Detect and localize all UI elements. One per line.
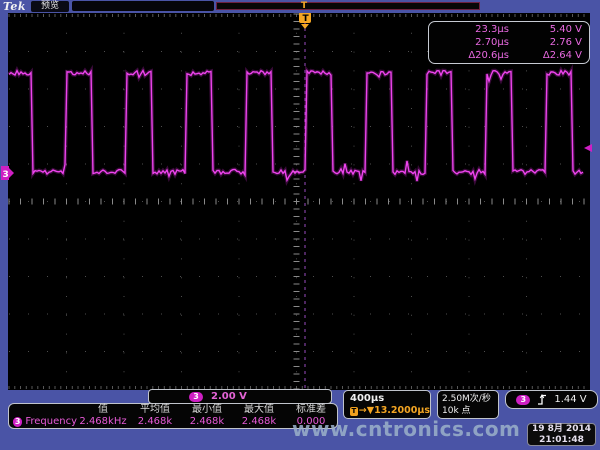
trigger-delay-readout: T →▼ 13.2000µs [350, 405, 430, 417]
channel3-scale-box[interactable]: 3 2.00 V [148, 389, 332, 404]
cursor-row-a: 23.3µs 5.40 V [429, 23, 589, 36]
time-per-div: 400µs [350, 393, 430, 405]
measurement-row-frequency[interactable]: 3 Frequency 2.468kHz 2.468k 2.468k 2.468… [9, 416, 337, 428]
cursor-a-volt: 5.40 V [509, 23, 589, 36]
measurement-table[interactable]: 值 平均值 最小值 最大值 标准差 3 Frequency 2.468kHz 2… [8, 403, 338, 429]
cursor-b-volt: 2.76 V [509, 36, 589, 49]
watermark-text: www.cntronics.com [292, 417, 520, 441]
menu-strip[interactable] [72, 1, 214, 11]
cursor-delta-row: Δ20.6µs Δ2.64 V [429, 49, 589, 62]
measurement-max: 2.468k [233, 416, 285, 428]
measurement-value: 2.468kHz [77, 416, 129, 428]
col-header-value: 值 [77, 404, 129, 416]
channel3-volts-per-div: 2.00 V [211, 391, 247, 402]
acquisition-box[interactable]: 2.50M次/秒 10k 点 [437, 390, 499, 419]
measurement-mean: 2.468k [129, 416, 181, 428]
trigger-readout-box[interactable]: 3 1.44 V [505, 390, 598, 409]
cursor-row-b: 2.70µs 2.76 V [429, 36, 589, 49]
acquisition-mode-label: 预览 [31, 1, 69, 12]
record-trigger-marker-icon: T [301, 0, 307, 12]
measurement-header-row: 值 平均值 最小值 最大值 标准差 [9, 404, 337, 416]
measurement-name: Frequency [25, 416, 77, 428]
rising-edge-icon [536, 393, 548, 406]
record-view-bar[interactable] [216, 2, 480, 10]
delay-arrows-icon: →▼ [359, 405, 374, 417]
waveform-display: 3T [0, 0, 600, 450]
oscilloscope-screen: Tek 预览 T 3T 23.3µs 5.40 V 2.70µs 2.76 V … [0, 0, 600, 450]
trigger-source-badge: 3 [516, 395, 530, 405]
record-length: 10k 点 [442, 405, 498, 417]
date-label: 19 8月 2014 [528, 424, 595, 435]
cursor-readout-box[interactable]: 23.3µs 5.40 V 2.70µs 2.76 V Δ20.6µs Δ2.6… [428, 21, 590, 64]
col-header-stddev: 标准差 [285, 404, 337, 416]
expansion-point-t-label: T [303, 14, 310, 24]
measurement-channel-badge: 3 [13, 417, 22, 427]
measurement-min: 2.468k [181, 416, 233, 428]
sample-rate: 2.50M次/秒 [442, 393, 498, 405]
top-status-bar: Tek 预览 T [0, 0, 600, 13]
horizontal-scale-box[interactable]: 400µs T →▼ 13.2000µs [343, 390, 431, 419]
cursor-b-time: 2.70µs [429, 36, 509, 49]
tek-logo: Tek [3, 0, 26, 13]
channel3-badge: 3 [189, 392, 203, 402]
cursor-delta-volt: Δ2.64 V [509, 49, 589, 62]
cursor-delta-time: Δ20.6µs [429, 49, 509, 62]
col-header-mean: 平均值 [129, 404, 181, 416]
col-header-min: 最小值 [181, 404, 233, 416]
ch3-ground-marker-label: 3 [3, 170, 9, 180]
datetime-box: 19 8月 2014 21:01:48 [527, 423, 596, 446]
col-header-max: 最大值 [233, 404, 285, 416]
trigger-level-value: 1.44 V [554, 394, 586, 405]
trigger-t-icon: T [350, 407, 358, 416]
delay-value: 13.2000µs [374, 405, 430, 417]
cursor-a-time: 23.3µs [429, 23, 509, 36]
time-label: 21:01:48 [528, 435, 595, 446]
